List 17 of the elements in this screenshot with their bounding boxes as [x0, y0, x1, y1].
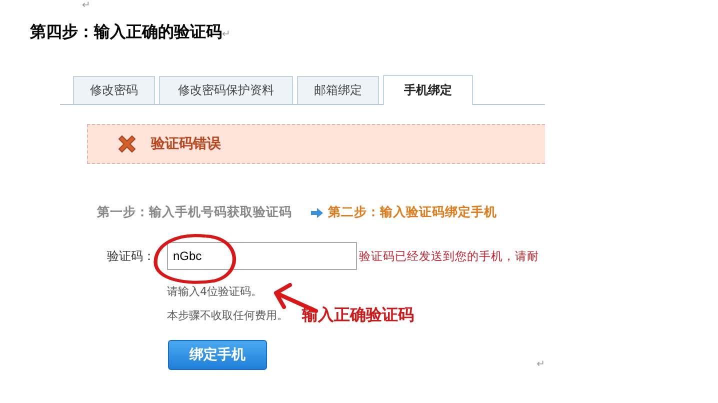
tab[interactable]: 修改密码: [73, 76, 155, 104]
paragraph-mark: ↵: [222, 29, 230, 40]
hint-text: 请输入4位验证码。: [167, 284, 263, 299]
paragraph-mark: ↵: [536, 359, 545, 370]
step-label: 第二步：输入验证码绑定手机: [328, 204, 497, 221]
code-input-field[interactable]: nGbc: [167, 242, 357, 270]
tab[interactable]: 手机绑定: [383, 75, 473, 105]
error-message: 验证码错误: [151, 135, 221, 153]
arrow-icon: [310, 206, 324, 218]
document-heading: 第四步：输入正确的验证码: [30, 22, 222, 43]
tab[interactable]: 邮箱绑定: [297, 76, 379, 104]
step-label: 第一步：输入手机号码获取验证码: [97, 204, 292, 221]
field-label: 验证码：: [106, 248, 156, 264]
fee-note: 本步骤不收取任何费用。: [167, 308, 288, 323]
paragraph-mark: ↵: [82, 0, 92, 12]
sent-note: 验证码已经发送到您的手机，请耐: [359, 248, 539, 264]
tab[interactable]: 修改密码保护资料: [159, 76, 293, 104]
